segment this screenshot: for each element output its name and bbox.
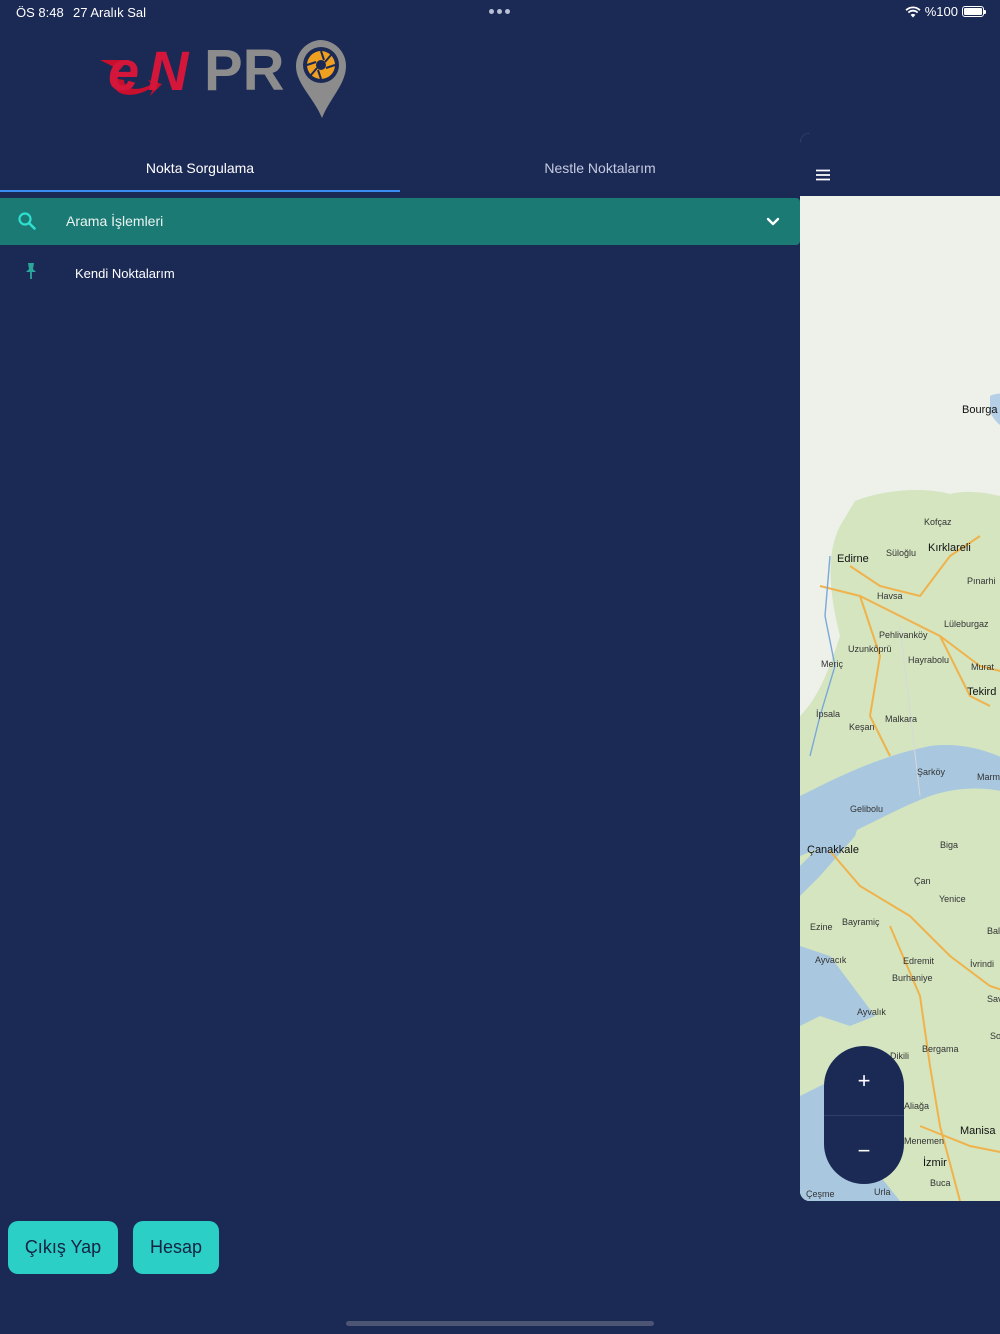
map-label-marmara: Marm — [977, 772, 1000, 782]
account-button[interactable]: Hesap — [133, 1221, 219, 1274]
zoom-control: + − — [824, 1046, 904, 1184]
map-label-ayvalik: Ayvalık — [857, 1007, 886, 1017]
map-label-havsa: Havsa — [877, 591, 903, 601]
map-label-bergama: Bergama — [922, 1044, 959, 1054]
chevron-down-icon[interactable] — [766, 214, 780, 232]
map-label-tekirdag: Tekird — [967, 686, 997, 698]
wifi-icon — [905, 5, 921, 17]
map-label-kofcaz: Kofçaz — [924, 517, 952, 527]
map-header — [800, 133, 1000, 196]
battery-percent: %100 — [924, 4, 958, 19]
map-label-ayvacik: Ayvacık — [815, 955, 847, 965]
status-right: %100 — [905, 4, 986, 19]
map-label-malkara: Malkara — [885, 714, 918, 724]
map-label-yenice: Yenice — [939, 894, 966, 904]
map-panel: Bourga Kofçaz Edirne Süloğlu Kırklareli … — [800, 133, 1000, 1201]
map-label-ivrindi: İvrindi — [970, 959, 995, 969]
map-label-ipsala: İpsala — [816, 709, 841, 719]
map-label-biga: Biga — [940, 840, 959, 850]
map-label-manisa: Manisa — [960, 1125, 996, 1137]
map-label-hayrabolu: Hayrabolu — [908, 655, 950, 665]
tab-bar: Nokta Sorgulama Nestle Noktalarım — [0, 142, 800, 192]
battery-icon — [962, 6, 986, 17]
map-label-menemen: Menemen — [904, 1136, 945, 1146]
map-label-uzunkopru: Uzunköprü — [848, 644, 892, 654]
map-label-luleburgaz: Lüleburgaz — [944, 619, 989, 629]
map-label-aliaga: Aliağa — [904, 1101, 930, 1111]
map-label-savastepe: Sav — [987, 994, 1000, 1004]
search-accordion-label: Arama İşlemleri — [66, 213, 164, 229]
map-label-muratli: Murat — [971, 662, 995, 672]
multitasking-dots-icon[interactable] — [489, 9, 510, 14]
search-accordion[interactable]: Arama İşlemleri — [0, 198, 800, 245]
enpro-logo: e N PR — [98, 34, 358, 122]
map-label-edirne: Edirne — [837, 553, 869, 565]
map-label-kirklareli: Kırklareli — [928, 542, 971, 554]
map-label-ezine: Ezine — [810, 922, 833, 932]
tab-nokta-sorgulama[interactable]: Nokta Sorgulama — [0, 142, 400, 192]
map-label-urla: Urla — [874, 1187, 891, 1197]
logo-letter-e: e — [108, 39, 139, 102]
map-label-buca: Buca — [930, 1178, 951, 1188]
logo-letter-n: N — [148, 39, 190, 102]
menu-icon[interactable] — [815, 168, 831, 186]
map-label-can: Çan — [914, 876, 931, 886]
map-label-canakkale: Çanakkale — [807, 844, 859, 856]
map-label-bourga: Bourga — [962, 404, 998, 416]
map-label-sarkoy: Şarköy — [917, 767, 946, 777]
tab-nestle-noktalarim[interactable]: Nestle Noktalarım — [400, 142, 800, 192]
map-label-gelibolu: Gelibolu — [850, 804, 884, 814]
home-indicator[interactable] — [346, 1321, 654, 1326]
status-time: ÖS 8:48 — [16, 5, 64, 20]
map-label-burhaniye: Burhaniye — [892, 973, 933, 983]
map-label-meric: Meriç — [821, 659, 843, 669]
status-date: 27 Aralık Sal — [73, 5, 146, 20]
own-points-label: Kendi Noktalarım — [75, 266, 175, 281]
map-label-suloglu: Süloğlu — [886, 548, 917, 558]
logout-button[interactable]: Çıkış Yap — [8, 1221, 118, 1274]
own-points-item[interactable]: Kendi Noktalarım — [0, 258, 800, 288]
map-label-balya: Bal — [987, 926, 1000, 936]
map-label-kesan: Keşan — [849, 722, 875, 732]
map-label-bayramic: Bayramiç — [842, 917, 880, 927]
map-label-soma: So — [990, 1031, 1000, 1041]
search-icon — [17, 211, 37, 236]
map-label-pehlivankoy: Pehlivanköy — [879, 630, 928, 640]
map-label-izmir: İzmir — [923, 1157, 947, 1169]
logo-letters-pr: PR — [204, 38, 285, 103]
map-label-cesme: Çeşme — [806, 1189, 835, 1199]
map-label-pinarhisar: Pınarhi — [967, 576, 996, 586]
map-view[interactable]: Bourga Kofçaz Edirne Süloğlu Kırklareli … — [800, 196, 1000, 1201]
status-bar: ÖS 8:48 27 Aralık Sal %100 — [0, 0, 1000, 24]
map-label-edremit: Edremit — [903, 956, 935, 966]
zoom-in-button[interactable]: + — [824, 1046, 904, 1116]
pin-icon — [24, 262, 38, 285]
